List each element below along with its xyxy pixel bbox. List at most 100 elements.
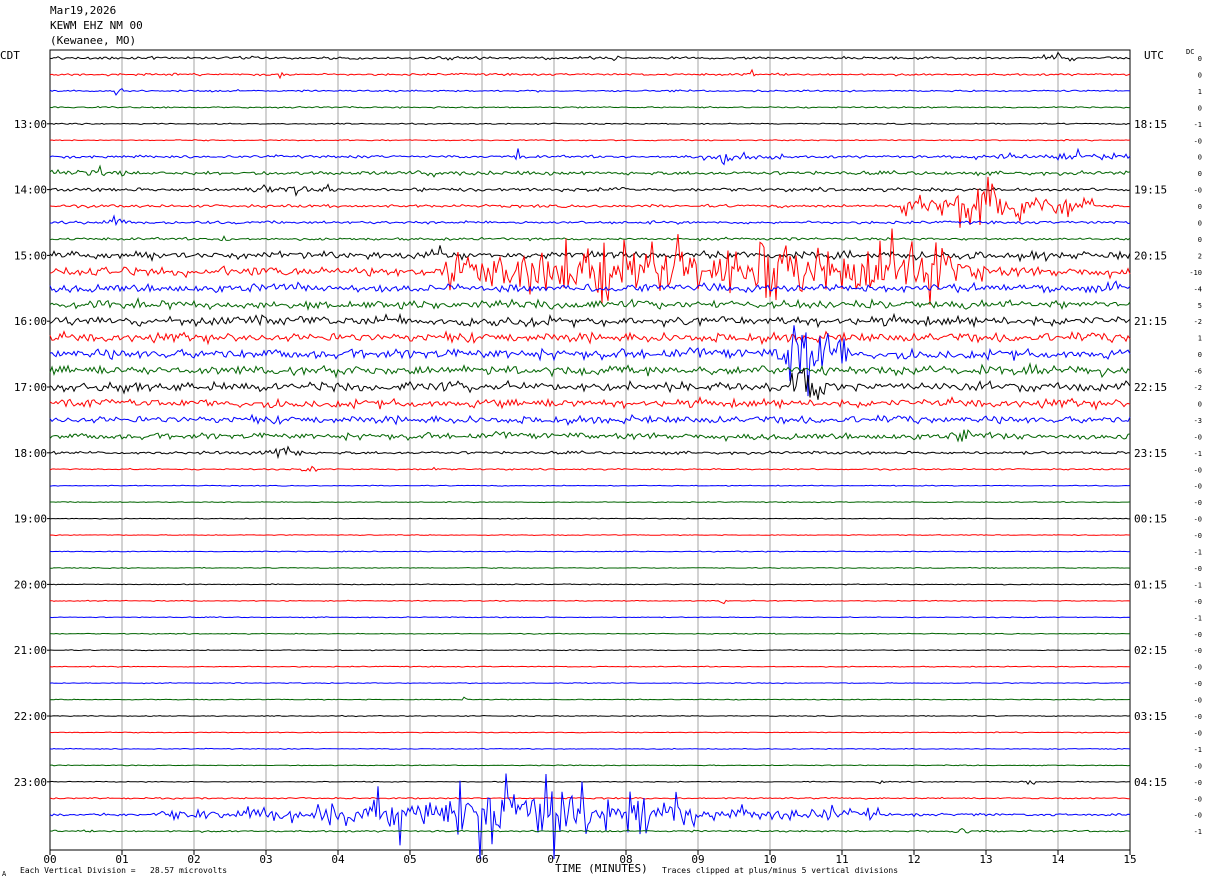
trace-row [49, 583, 1131, 586]
scale-note: Each Vertical Division = 28.57 microvolt… [20, 866, 228, 875]
dc-offset-label: 0 [1198, 104, 1202, 112]
x-tick-label: 05 [403, 853, 416, 866]
dc-offset-label: -0 [1194, 433, 1202, 441]
left-hour-label: 15:00 [14, 249, 47, 262]
right-hour-label: 20:15 [1134, 249, 1167, 262]
dc-offset-label: -1 [1194, 450, 1202, 458]
helicorder-plot: 00 01 02 03 04 05 06 07 08 09 10 11 12 13 14 150010-1-0… [14, 49, 1202, 866]
x-tick-label: 13 [979, 853, 992, 866]
trace-row [49, 235, 1131, 242]
x-tick-label: 04 [331, 853, 345, 866]
trace-row [50, 501, 1131, 504]
x-tick-label: 12 [907, 853, 920, 866]
dc-offset-label: -4 [1194, 285, 1202, 293]
dc-offset-label: -0 [1194, 697, 1202, 705]
x-axis-title: TIME (MINUTES) [555, 862, 648, 875]
dc-offset-label: -0 [1194, 680, 1202, 688]
trace-row [49, 429, 1131, 443]
right-hour-label: 23:15 [1134, 447, 1167, 460]
left-hour-label: 13:00 [14, 118, 47, 131]
dc-offset-label: -0 [1194, 137, 1202, 145]
dc-offset-label: -0 [1194, 532, 1202, 540]
trace-row [49, 413, 1131, 426]
trace-row [49, 245, 1131, 263]
left-hour-label: 14:00 [14, 184, 47, 197]
dc-offset-label: 1 [1198, 88, 1202, 96]
dc-offset-label: -0 [1194, 483, 1202, 491]
trace-row [49, 297, 1131, 311]
trace-row [49, 362, 1131, 379]
right-hour-label: 01:15 [1134, 578, 1167, 591]
left-hour-label: 20:00 [14, 578, 47, 591]
left-hour-label: 23:00 [14, 776, 47, 789]
trace-row [49, 649, 1131, 652]
left-hour-label: 17:00 [14, 381, 47, 394]
trace-row [49, 138, 1131, 142]
plot-frame [49, 49, 1131, 851]
dc-offset-label: 0 [1198, 154, 1202, 162]
x-tick-label: 10 [763, 853, 776, 866]
right-hour-label: 02:15 [1134, 644, 1167, 657]
dc-offset-label: -3 [1194, 417, 1202, 425]
trace-row [49, 773, 1131, 860]
dc-offset-label: -10 [1189, 269, 1202, 277]
trace-row [49, 68, 1131, 80]
dc-offset-label: -6 [1194, 368, 1202, 376]
dc-offset-label: -0 [1194, 187, 1202, 195]
dc-offset-label: 0 [1198, 203, 1202, 211]
trace-row [50, 599, 1131, 605]
right-hour-label: 21:15 [1134, 315, 1167, 328]
dc-offset-label: -0 [1194, 812, 1202, 820]
dc-offset-label: -0 [1194, 713, 1202, 721]
left-hour-label: 21:00 [14, 644, 47, 657]
dc-offset-label: -0 [1194, 516, 1202, 524]
trace-row [49, 330, 1131, 346]
dc-offset-label: -0 [1194, 664, 1202, 672]
trace-row [49, 214, 1131, 227]
trace-row [49, 445, 1131, 460]
left-hour-label: 22:00 [14, 710, 47, 723]
trace-row [49, 87, 1131, 96]
trace-row [49, 534, 1130, 537]
trace-row [49, 828, 1131, 834]
dc-offset-label: 0 [1198, 236, 1202, 244]
trace-row [49, 183, 1131, 197]
trace-row [49, 747, 1131, 751]
trace-row [49, 764, 1131, 767]
dc-offset-label: 5 [1198, 302, 1202, 310]
trace-row [49, 395, 1131, 411]
x-tick-label: 06 [475, 853, 488, 866]
right-hour-label: 22:15 [1134, 381, 1167, 394]
trace-row [49, 280, 1131, 294]
left-hour-label: 19:00 [14, 513, 47, 526]
clip-note: Traces clipped at plus/minus 5 vertical … [662, 866, 899, 875]
left-hour-label: 16:00 [14, 315, 47, 328]
dc-offset-label: -1 [1194, 746, 1202, 754]
dc-offset-label: -0 [1194, 795, 1202, 803]
trace-row [49, 312, 1131, 329]
x-tick-label: 00 [43, 853, 56, 866]
dc-offset-label: -1 [1194, 828, 1202, 836]
trace-row [50, 566, 1131, 570]
x-tick-label: 09 [691, 853, 704, 866]
x-tick-label: 14 [1051, 853, 1065, 866]
trace-row [49, 681, 1131, 685]
trace-row [49, 779, 1131, 785]
x-tick-label: 01 [115, 853, 128, 866]
dc-offset-label: -1 [1194, 549, 1202, 557]
trace-row [49, 665, 1130, 668]
right-hour-label: 04:15 [1134, 776, 1167, 789]
dc-offset-label: -0 [1194, 729, 1202, 737]
trace-row [49, 122, 1131, 126]
right-hour-label: 19:15 [1134, 184, 1167, 197]
x-tick-label: 02 [187, 853, 200, 866]
dc-offset-label: -0 [1194, 779, 1202, 787]
dc-offset-label: 0 [1198, 71, 1202, 79]
dc-offset-label: -0 [1194, 565, 1202, 573]
dc-offset-label: -0 [1194, 647, 1202, 655]
trace-row [49, 147, 1131, 166]
trace-row [49, 465, 1131, 472]
dc-offset-label: -0 [1194, 762, 1202, 770]
trace-row [49, 632, 1130, 635]
trace-row [49, 550, 1131, 553]
